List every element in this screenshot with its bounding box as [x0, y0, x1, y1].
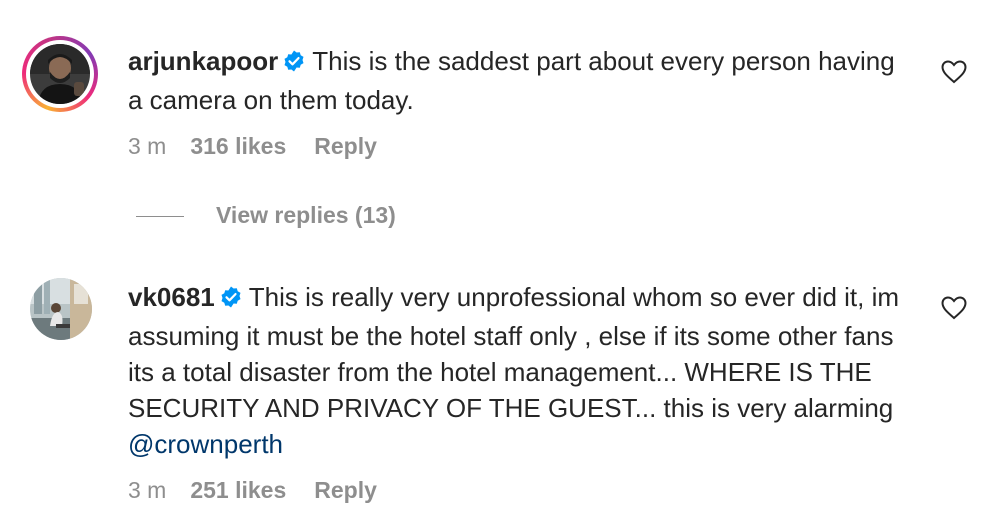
- like-heart-icon[interactable]: [941, 296, 967, 320]
- comment-username[interactable]: arjunkapoor: [128, 46, 278, 76]
- comment-username[interactable]: vk0681: [128, 282, 215, 312]
- comment-body: vk0681 This is really very unprofessional…: [128, 279, 908, 462]
- verified-badge-icon: [219, 282, 243, 318]
- avatar-story-ring[interactable]: [22, 36, 98, 112]
- view-replies-label: View replies (13): [216, 202, 396, 228]
- comment-arjunkapoor: arjunkapoor This is the saddest part abou…: [0, 0, 988, 240]
- verified-badge-icon: [282, 46, 306, 82]
- comment-time[interactable]: 3 m: [128, 132, 166, 160]
- comment-body: arjunkapoor This is the saddest part abou…: [128, 43, 908, 118]
- view-replies-button[interactable]: View replies (13): [136, 200, 396, 230]
- comment-likes[interactable]: 316 likes: [190, 132, 286, 160]
- avatar[interactable]: [30, 278, 92, 340]
- avatar[interactable]: [30, 44, 90, 104]
- view-replies-divider: [136, 216, 184, 218]
- avatar-image: [30, 278, 92, 340]
- like-heart-icon[interactable]: [941, 60, 967, 84]
- comment-time[interactable]: 3 m: [128, 476, 166, 504]
- mention-link[interactable]: @crownperth: [128, 429, 283, 459]
- comment-meta: 3 m 316 likes Reply: [128, 132, 377, 160]
- comment-likes[interactable]: 251 likes: [190, 476, 286, 504]
- reply-button[interactable]: Reply: [314, 132, 377, 160]
- avatar-image: [30, 44, 90, 104]
- comment-meta: 3 m 251 likes Reply: [128, 476, 377, 504]
- comment-vk0681: vk0681 This is really very unprofessional…: [0, 240, 988, 518]
- comment-text: This is really very unprofessional whom …: [128, 282, 900, 423]
- reply-button[interactable]: Reply: [314, 476, 377, 504]
